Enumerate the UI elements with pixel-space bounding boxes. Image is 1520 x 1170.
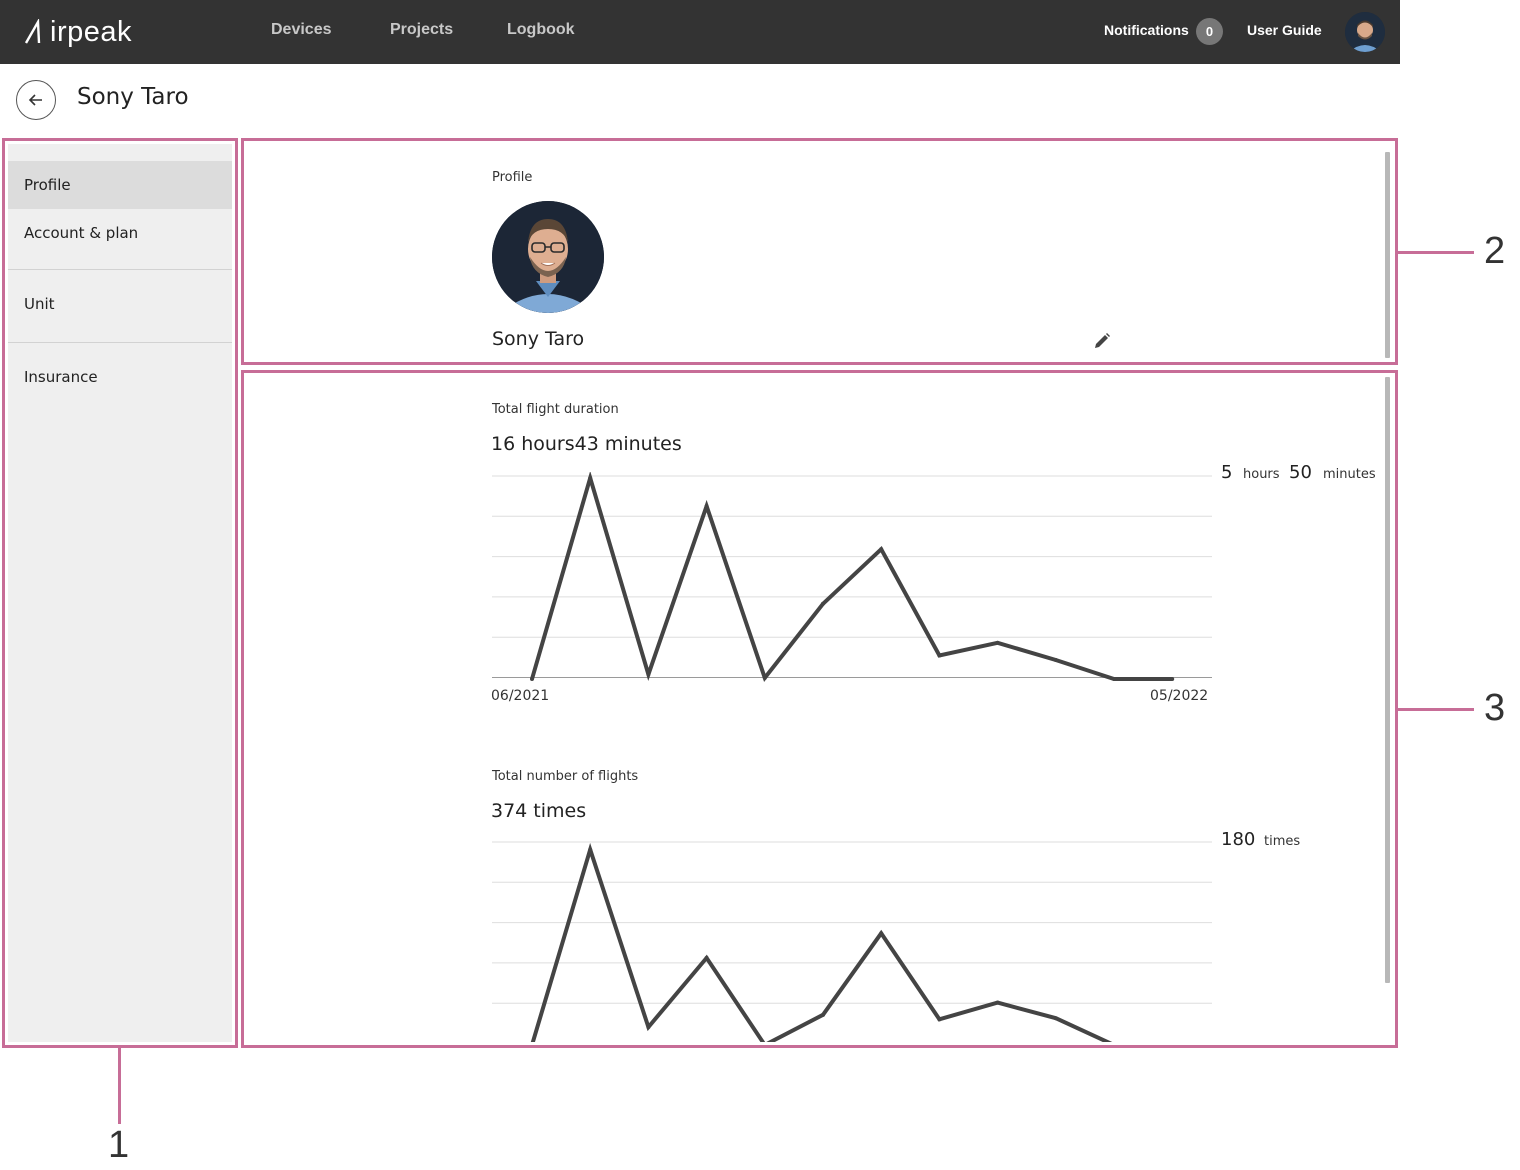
- flights-chart-point: [588, 847, 593, 852]
- duration-hours-unit: hours: [1243, 467, 1280, 482]
- duration-chart: [492, 472, 1212, 683]
- duration-max-minutes: 50: [1289, 462, 1312, 483]
- duration-chart-point: [588, 476, 593, 480]
- duration-chart-point: [821, 601, 825, 606]
- duration-minutes-unit: minutes: [1323, 467, 1376, 482]
- sidebar-item-account-plan[interactable]: Account & plan: [8, 209, 232, 257]
- sidebar-item-profile[interactable]: Profile: [8, 161, 232, 209]
- pencil-icon: [1095, 333, 1110, 348]
- profile-section-label: Profile: [492, 170, 533, 185]
- callout-number-3: 3: [1484, 687, 1506, 729]
- duration-chart-point: [1112, 677, 1116, 681]
- callout-line-1: [118, 1048, 121, 1124]
- duration-chart-point: [1053, 658, 1058, 663]
- sidebar-item-insurance[interactable]: Insurance: [8, 353, 232, 401]
- stats-scrollbar[interactable]: [1385, 377, 1390, 983]
- notifications-count-badge[interactable]: 0: [1196, 18, 1223, 45]
- sidebar-divider: [8, 269, 232, 270]
- flights-unit: times: [1264, 834, 1301, 849]
- profile-name: Sony Taro: [492, 328, 585, 350]
- flights-chart-point: [937, 1017, 942, 1022]
- user-avatar-icon: [1345, 12, 1385, 52]
- profile-photo[interactable]: [492, 201, 604, 313]
- duration-max-hours: 5: [1221, 462, 1233, 483]
- profile-scrollbar[interactable]: [1385, 152, 1390, 358]
- edit-name-button[interactable]: [1092, 331, 1112, 351]
- page-title: Sony Taro: [77, 84, 189, 110]
- logo-text: irpeak: [50, 15, 132, 48]
- nav-logbook[interactable]: Logbook: [507, 21, 575, 39]
- duration-chart-series-line: [530, 472, 1173, 683]
- flights-chart-viewport: [490, 838, 1214, 1042]
- duration-chart-point: [704, 504, 709, 509]
- flights-chart-point: [704, 955, 709, 960]
- flights-chart-point: [879, 931, 884, 936]
- callout-line-3: [1398, 708, 1474, 711]
- flights-chart-point: [646, 1025, 651, 1030]
- profile-photo-icon: [492, 201, 604, 313]
- nav-projects[interactable]: Projects: [390, 21, 453, 39]
- back-button[interactable]: [16, 80, 56, 120]
- duration-chart-point: [646, 672, 651, 677]
- duration-label: Total flight duration: [492, 402, 619, 417]
- duration-chart-point: [879, 547, 884, 552]
- duration-chart-point: [1170, 677, 1175, 681]
- flights-max-value: 180: [1221, 829, 1256, 850]
- callout-number-1: 1: [108, 1124, 130, 1166]
- flights-chart-point: [1053, 1016, 1058, 1021]
- top-bar: irpeak Devices Projects Logbook Notifica…: [0, 0, 1400, 64]
- airpeak-logo[interactable]: irpeak: [24, 14, 132, 50]
- arrow-left-icon: [28, 94, 42, 106]
- duration-chart-point: [995, 640, 1000, 645]
- flights-chart-point: [821, 1012, 825, 1017]
- user-guide-link[interactable]: User Guide: [1247, 22, 1322, 38]
- duration-value: 16 hours43 minutes: [491, 433, 682, 455]
- callout-number-2: 2: [1484, 230, 1506, 272]
- flights-chart: [492, 841, 1212, 1042]
- notifications-link[interactable]: Notifications: [1104, 22, 1189, 38]
- flights-chart-point: [995, 1000, 1000, 1005]
- duration-chart-point: [762, 675, 767, 680]
- user-avatar[interactable]: [1345, 12, 1385, 52]
- profile-panel: [244, 141, 1395, 362]
- nav-devices[interactable]: Devices: [271, 21, 332, 39]
- duration-x-start: 06/2021: [491, 688, 550, 704]
- logo-a-icon: [24, 19, 41, 44]
- duration-chart-point: [530, 677, 534, 681]
- sidebar-item-unit[interactable]: Unit: [8, 280, 232, 328]
- duration-x-end: 05/2022: [1150, 688, 1209, 704]
- duration-chart-point: [937, 653, 942, 658]
- flights-label: Total number of flights: [492, 769, 639, 784]
- flights-value: 374 times: [491, 800, 587, 822]
- callout-line-2: [1398, 251, 1474, 254]
- sidebar-divider: [8, 342, 232, 343]
- sidebar: Profile Account & plan Unit Insurance: [8, 144, 232, 1042]
